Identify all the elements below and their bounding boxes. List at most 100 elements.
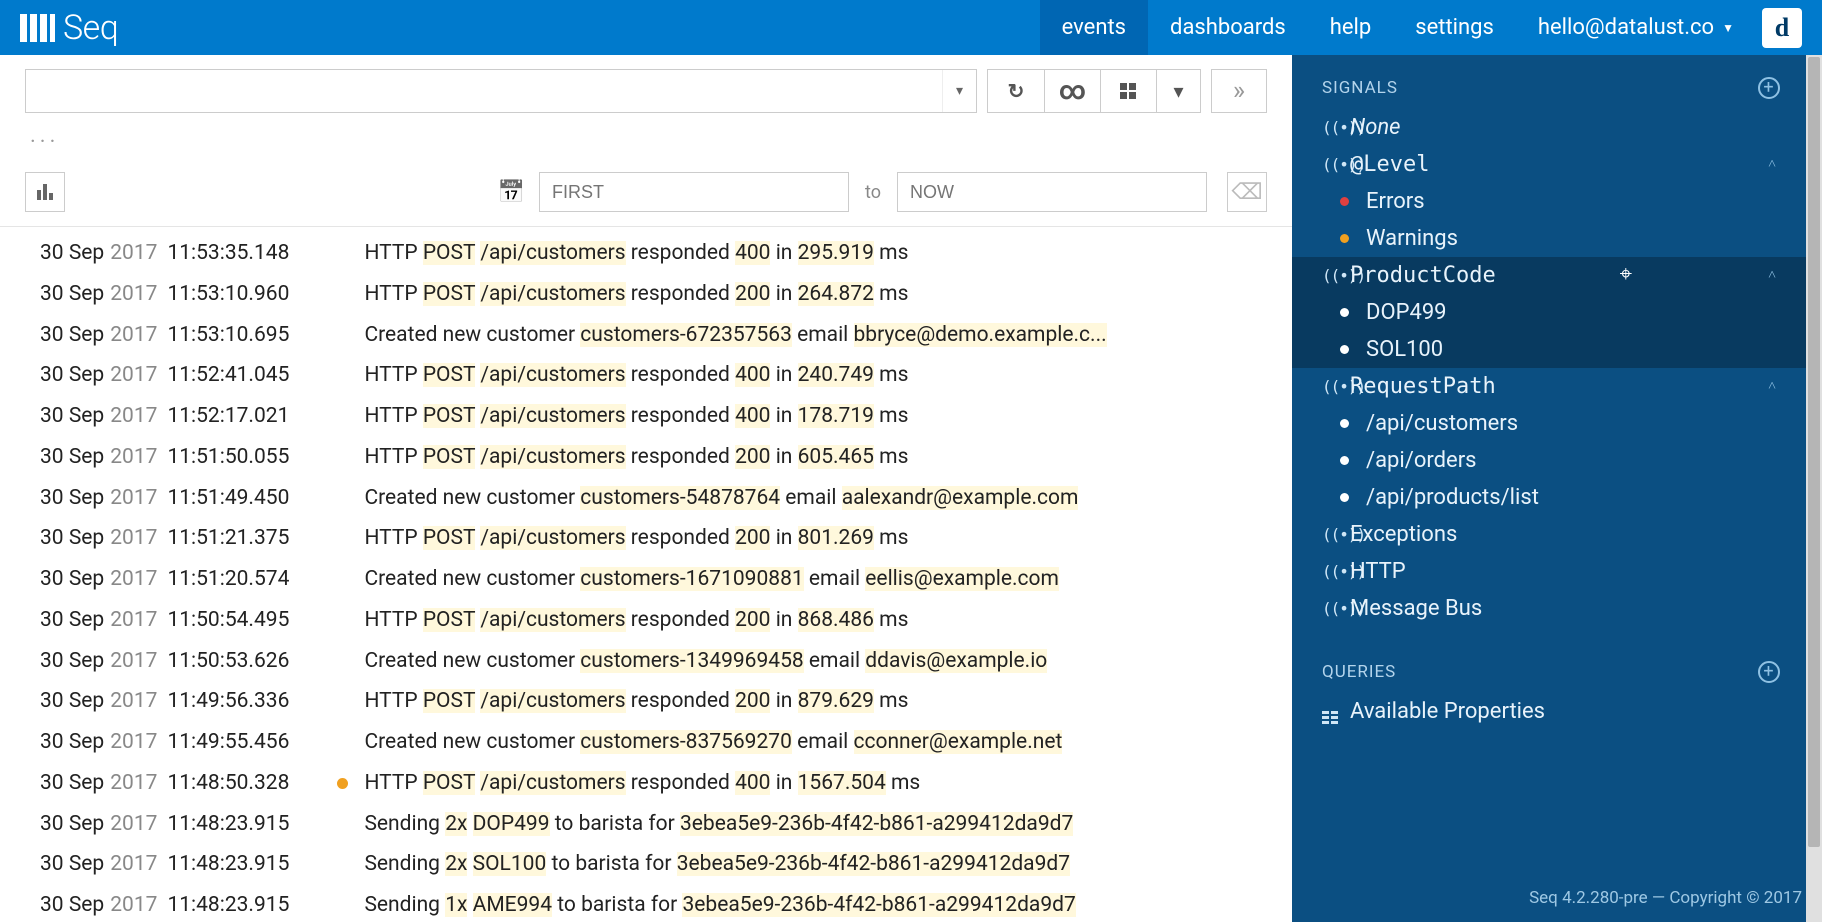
- signal-item-label: /api/products/list: [1366, 485, 1539, 510]
- event-row[interactable]: 30 Sep201711:52:41.045HTTP POST /api/cus…: [0, 355, 1292, 396]
- signal-label: Message Bus: [1350, 596, 1482, 621]
- event-row[interactable]: 30 Sep201711:48:50.328HTTP POST /api/cus…: [0, 763, 1292, 804]
- event-message: Created new customer customers-167109088…: [364, 561, 1059, 598]
- event-message: HTTP POST /api/customers responded 200 i…: [364, 683, 908, 720]
- event-row[interactable]: 30 Sep201711:51:21.375HTTP POST /api/cus…: [0, 518, 1292, 559]
- refresh-icon: [1008, 79, 1025, 103]
- signal-icon: [1322, 562, 1350, 581]
- event-row[interactable]: 30 Sep201711:53:10.960HTTP POST /api/cus…: [0, 274, 1292, 315]
- signal-none-label: None: [1350, 115, 1401, 140]
- date-to-input[interactable]: [897, 172, 1207, 212]
- nav-help[interactable]: help: [1308, 0, 1394, 55]
- signal-item-label: DOP499: [1366, 300, 1447, 325]
- signal-item-label: /api/orders: [1366, 448, 1477, 473]
- bullet-icon: [1340, 234, 1366, 243]
- signal-item-label: Errors: [1366, 189, 1425, 214]
- event-message: HTTP POST /api/customers responded 400 i…: [364, 398, 908, 435]
- event-timestamp: 30 Sep201711:49:55.456: [40, 724, 337, 761]
- add-query-button[interactable]: +: [1758, 661, 1780, 683]
- level-dot-icon: [337, 696, 348, 707]
- event-row[interactable]: 30 Sep201711:51:50.055HTTP POST /api/cus…: [0, 437, 1292, 478]
- event-row[interactable]: 30 Sep201711:52:17.021 HTTP POST /api/cus…: [0, 396, 1292, 437]
- event-timestamp: 30 Sep201711:53:35.148: [40, 235, 337, 272]
- event-timestamp: 30 Sep201711:50:54.495: [40, 602, 337, 639]
- to-label: to: [861, 182, 885, 203]
- search-dropdown[interactable]: ▾: [942, 70, 976, 112]
- nav-events[interactable]: events: [1040, 0, 1148, 55]
- event-timestamp: 30 Sep201711:48:23.915: [40, 806, 337, 843]
- scrollbar-thumb[interactable]: [1808, 57, 1820, 847]
- event-message: HTTP POST /api/customers responded 200 i…: [364, 602, 908, 639]
- event-row[interactable]: 30 Sep201711:49:55.456 Created new custom…: [0, 722, 1292, 763]
- footer-text: Seq 4.2.280-pre — Copyright © 2017: [1292, 880, 1802, 916]
- avatar[interactable]: d: [1762, 8, 1802, 48]
- event-row[interactable]: 30 Sep201711:53:10.695Created new custom…: [0, 315, 1292, 356]
- level-dot-icon: [337, 574, 348, 585]
- event-message: Sending 2x DOP499 to barista for 3ebea5e…: [364, 806, 1073, 843]
- signal-item[interactable]: /api/products/list: [1292, 479, 1822, 516]
- level-dot-icon: [337, 248, 348, 259]
- chevron-up-icon: ˄: [1768, 267, 1776, 284]
- events-list[interactable]: 30 Sep201711:53:35.148 HTTP POST /api/cus…: [0, 227, 1292, 922]
- add-signal-button[interactable]: +: [1758, 77, 1780, 99]
- signal-item[interactable]: SOL100: [1292, 331, 1822, 368]
- signal-label: HTTP: [1350, 559, 1406, 584]
- event-message: Created new customer customers-134996945…: [364, 643, 1047, 680]
- signal-none[interactable]: None: [1292, 109, 1822, 146]
- signal-group-ProductCode[interactable]: ProductCode˄⌖: [1292, 257, 1822, 294]
- event-row[interactable]: 30 Sep201711:48:23.915Sending 2x SOL100 …: [0, 844, 1292, 885]
- search-input[interactable]: [26, 82, 942, 100]
- histogram-button[interactable]: [25, 172, 65, 212]
- query-item[interactable]: Available Properties: [1292, 693, 1822, 730]
- refresh-button[interactable]: [988, 70, 1044, 112]
- bullet-icon: [1340, 197, 1366, 206]
- toolbar-more-dropdown[interactable]: ▾: [1156, 70, 1200, 112]
- event-message: Sending 1x AME994 to barista for 3ebea5e…: [364, 887, 1075, 922]
- user-menu[interactable]: hello@datalust.co ▼: [1516, 15, 1748, 40]
- signal-item[interactable]: /api/customers: [1292, 405, 1822, 442]
- event-timestamp: 30 Sep201711:48:50.328: [40, 765, 337, 802]
- tail-button[interactable]: [1044, 70, 1100, 112]
- event-timestamp: 30 Sep201711:48:23.915: [40, 846, 337, 883]
- signal-group-RequestPath[interactable]: RequestPath˄: [1292, 368, 1822, 405]
- app-logo[interactable]: Seq: [20, 8, 118, 48]
- event-row[interactable]: 30 Sep201711:53:35.148HTTP POST /api/cus…: [0, 233, 1292, 274]
- signal-group-@Level[interactable]: @Level˄: [1292, 146, 1822, 183]
- event-row[interactable]: 30 Sep201711:50:54.495 HTTP POST /api/cus…: [0, 600, 1292, 641]
- event-row[interactable]: 30 Sep201711:50:53.626 Created new custom…: [0, 641, 1292, 682]
- event-message: HTTP POST /api/customers responded 200 i…: [364, 276, 908, 313]
- event-timestamp: 30 Sep201711:50:53.626: [40, 643, 337, 680]
- query-label: Available Properties: [1350, 699, 1545, 724]
- signal-item-exceptions[interactable]: Exceptions: [1292, 516, 1822, 553]
- logo-bars-icon: [20, 14, 55, 42]
- double-right-icon: [1233, 76, 1245, 106]
- date-from-input[interactable]: [539, 172, 849, 212]
- signal-item[interactable]: /api/orders: [1292, 442, 1822, 479]
- event-timestamp: 30 Sep201711:52:17.021: [40, 398, 337, 435]
- signal-group-label: @Level: [1350, 152, 1429, 177]
- event-row[interactable]: 30 Sep201711:48:23.915 Sending 2x DOP499 …: [0, 804, 1292, 845]
- event-timestamp: 30 Sep201711:51:49.450: [40, 480, 337, 517]
- expand-button[interactable]: [1211, 69, 1267, 113]
- nav-settings[interactable]: settings: [1393, 0, 1516, 55]
- signal-item[interactable]: Errors: [1292, 183, 1822, 220]
- event-row[interactable]: 30 Sep201711:51:49.450Created new custom…: [0, 478, 1292, 519]
- signals-section-header: SIGNALS +: [1292, 55, 1822, 109]
- level-dot-icon: [337, 778, 348, 789]
- signal-group-label: RequestPath: [1350, 374, 1496, 399]
- signal-item[interactable]: DOP499: [1292, 294, 1822, 331]
- cursor-icon: ⌖: [1620, 262, 1632, 287]
- add-to-dashboard-button[interactable]: [1100, 70, 1156, 112]
- event-row[interactable]: 30 Sep201711:49:56.336HTTP POST /api/cus…: [0, 681, 1292, 722]
- signal-item-http[interactable]: HTTP: [1292, 553, 1822, 590]
- event-message: Created new customer customers-837569270…: [364, 724, 1062, 761]
- signal-item-message-bus[interactable]: Message Bus: [1292, 590, 1822, 627]
- clear-dates-button[interactable]: [1227, 172, 1267, 212]
- nav-dashboards[interactable]: dashboards: [1148, 0, 1308, 55]
- level-dot-icon: [337, 656, 348, 667]
- event-row[interactable]: 30 Sep201711:48:23.915Sending 1x AME994 …: [0, 885, 1292, 922]
- signal-icon: [1322, 266, 1350, 285]
- scrollbar-vertical[interactable]: [1806, 55, 1822, 922]
- signal-item[interactable]: Warnings: [1292, 220, 1822, 257]
- event-row[interactable]: 30 Sep201711:51:20.574Created new custom…: [0, 559, 1292, 600]
